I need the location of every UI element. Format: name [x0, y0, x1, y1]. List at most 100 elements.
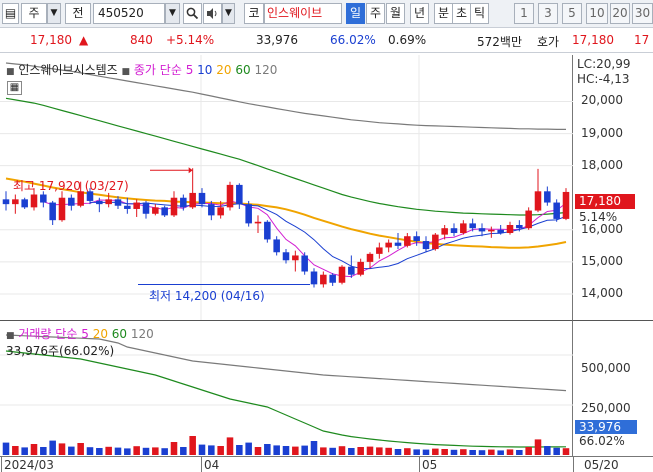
- candle-body: [254, 221, 262, 224]
- candle-body: [180, 197, 187, 208]
- date-label-04: 04: [204, 458, 220, 472]
- price-chart-pane[interactable]: ■ 인스웨이브시스템즈 ■ 종가 단순 5 10 20 60 120 ▦ 최고 …: [0, 55, 573, 320]
- date-divider: [573, 457, 574, 472]
- candle-body: [310, 271, 318, 285]
- period-tab-2[interactable]: 월: [386, 3, 405, 24]
- volume-current-label: 33,976주(66.02%): [6, 344, 115, 358]
- period-tab-4[interactable]: 분: [434, 3, 453, 24]
- speaker-icon[interactable]: [203, 3, 222, 24]
- minute-option-4[interactable]: 20: [610, 3, 630, 24]
- period-tab-3[interactable]: 년: [410, 3, 429, 24]
- minute-option-3[interactable]: 10: [586, 3, 608, 24]
- candle-body: [516, 224, 523, 229]
- volume-bar: [310, 441, 318, 455]
- volume-bar: [170, 442, 178, 455]
- volume-bar: [366, 446, 374, 455]
- volume-bar: [114, 447, 122, 455]
- date-label-current: 05/20: [584, 458, 619, 472]
- code-dropdown-icon[interactable]: ▼: [165, 3, 180, 24]
- candle-body: [245, 204, 252, 224]
- candle-body: [264, 221, 271, 240]
- candle-body: [114, 199, 122, 206]
- date-divider: [419, 457, 420, 472]
- candle-body: [320, 274, 327, 285]
- candle-body: [376, 247, 383, 254]
- current-pct-label: 5.14%: [579, 210, 618, 224]
- legend-volume-name: 거래량: [18, 327, 52, 341]
- volume-bar: [338, 446, 346, 455]
- candle-body: [385, 242, 392, 248]
- volume-bar: [105, 446, 112, 455]
- legend-vol-ma5: 5: [81, 327, 89, 341]
- kospi-button[interactable]: 코: [244, 3, 264, 24]
- volume-bar: [49, 440, 56, 455]
- legend-vol-ma120: 120: [130, 327, 154, 341]
- volume-bar: [198, 444, 206, 455]
- candle-body: [30, 194, 38, 208]
- candle-body: [152, 207, 159, 214]
- market-select[interactable]: 주: [21, 3, 47, 24]
- candle-body: [21, 199, 28, 208]
- candle-body: [2, 199, 10, 205]
- candle-body: [553, 202, 560, 219]
- search-icon[interactable]: [183, 3, 202, 24]
- minute-option-0[interactable]: 1: [514, 3, 534, 24]
- candle-body: [133, 202, 140, 209]
- price-tick: 19,000: [581, 125, 623, 140]
- market-label: 주: [28, 6, 40, 20]
- volume-bar: [394, 449, 402, 455]
- minute-option-2[interactable]: 5: [562, 3, 582, 24]
- candle-body: [432, 234, 439, 250]
- candle-body: [58, 197, 66, 221]
- candle-body: [357, 261, 364, 275]
- stock-name-field[interactable]: 인스웨이브: [264, 3, 342, 24]
- period-tab-1[interactable]: 주: [366, 3, 385, 24]
- candle-body: [301, 255, 308, 272]
- volume-bar: [562, 448, 570, 455]
- legend-ma-type: 종가 단순: [133, 63, 182, 77]
- volume-bar: [40, 447, 47, 455]
- candle-body: [422, 241, 430, 250]
- candle-body: [338, 266, 346, 283]
- stock-grid-icon[interactable]: ▤: [2, 3, 19, 24]
- candle-body: [282, 252, 290, 261]
- candle-body: [450, 228, 458, 234]
- up-arrow-icon: ▲: [79, 33, 89, 47]
- pre-button[interactable]: 전: [65, 3, 91, 24]
- period-tab-5[interactable]: 초: [452, 3, 471, 24]
- volume-bar: [124, 448, 131, 455]
- candle-body: [469, 223, 476, 229]
- candle-body: [49, 202, 56, 221]
- period-tab-0[interactable]: 일: [346, 3, 365, 24]
- table-icon[interactable]: ▦: [7, 81, 22, 95]
- volume-bar: [525, 447, 532, 455]
- price-change-pct: +5.14%: [166, 33, 215, 47]
- volume-chart-pane[interactable]: ■ 거래량 단순 5 20 60 120 33,976주(66.02%): [0, 320, 573, 456]
- candle-body: [413, 236, 420, 242]
- candle-body: [497, 229, 504, 234]
- candle-body: [105, 199, 112, 205]
- candle-body: [226, 184, 234, 208]
- candle-body: [161, 207, 168, 216]
- candle-body: [506, 224, 514, 234]
- volume-bar: [497, 450, 504, 455]
- candle-body: [68, 197, 75, 206]
- legend-stock-name: 인스웨이브시스템즈: [18, 63, 118, 77]
- volume-bar: [348, 448, 355, 455]
- date-divider: [1, 457, 2, 472]
- volume-bar: [478, 450, 486, 455]
- candle-body: [142, 202, 150, 214]
- legend-volume-type: 단순: [55, 327, 78, 341]
- turnover-ratio: 0.69%: [388, 33, 427, 47]
- volume-bar: [432, 448, 439, 455]
- vol-tick-500k: 500,000: [581, 361, 631, 375]
- bid-label: 호가: [537, 35, 560, 49]
- minute-option-5[interactable]: 30: [632, 3, 653, 24]
- minute-option-1[interactable]: 3: [538, 3, 558, 24]
- code-input[interactable]: 450520: [93, 3, 165, 24]
- speaker-dropdown-icon[interactable]: ▼: [222, 3, 235, 24]
- volume-bar: [404, 448, 411, 455]
- bid-price-cut: 17: [634, 33, 650, 47]
- period-tab-6[interactable]: 틱: [470, 3, 489, 24]
- market-dropdown-icon[interactable]: ▼: [47, 3, 61, 24]
